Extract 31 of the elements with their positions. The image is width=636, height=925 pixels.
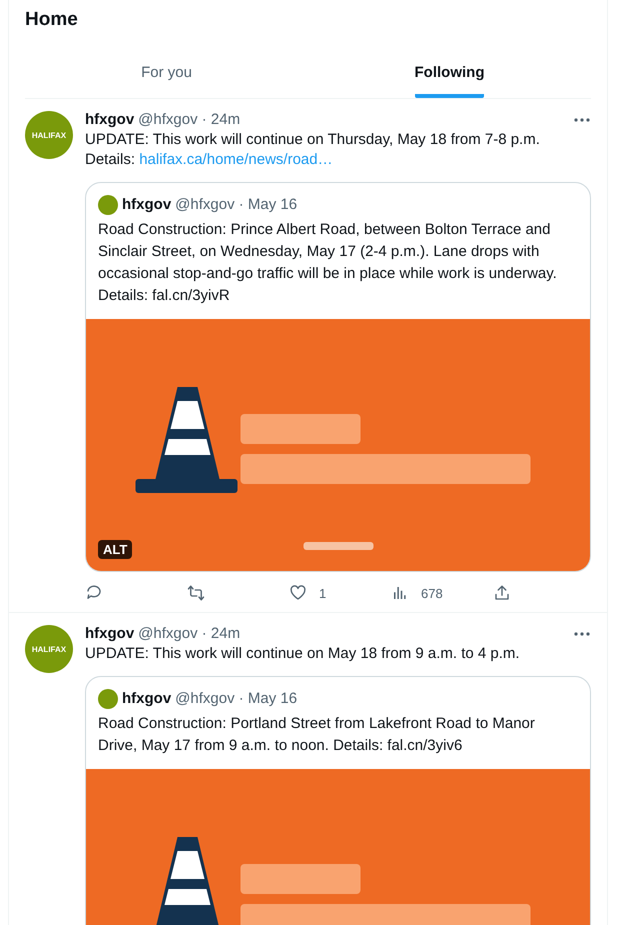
avatar[interactable]: HALIFAX xyxy=(25,625,73,673)
quoted-tweet[interactable]: hfxgov @hfxgov · May 16 Road Construction: Portland Street from Lakefront Road to Manor Drive, May 17 from 9 a.m. to noon. Details: fal.cn/3yiv6 xyxy=(85,676,591,925)
avatar xyxy=(98,195,118,215)
tweet-text: UPDATE: This work will continue on May 18 from 9 a.m. to 4 p.m. xyxy=(85,644,521,664)
tweet-meta: @hfxgov · May 16 xyxy=(175,195,298,215)
tweet-meta: @hfxgov · May 16 xyxy=(175,689,298,709)
alt-badge[interactable]: ALT xyxy=(98,540,132,559)
tweet-meta: @hfxgov · 24m xyxy=(138,624,242,644)
author-name[interactable]: hfxgov xyxy=(85,110,134,130)
tweet-text: UPDATE: This work will continue on Thursday, May 18 from 7-8 p.m. Details: halifax.ca/home/news/road… xyxy=(85,130,541,170)
tab[interactable]: For you xyxy=(25,50,308,98)
count: 678 xyxy=(421,586,443,600)
author-name: hfxgov xyxy=(122,689,172,709)
views-button[interactable]: 678 xyxy=(391,584,493,602)
tab[interactable]: Following xyxy=(308,50,591,98)
reply-icon xyxy=(85,584,103,602)
heart-icon xyxy=(289,584,307,602)
share-icon xyxy=(493,584,511,602)
avatar xyxy=(98,689,118,709)
avatar[interactable]: HALIFAX xyxy=(25,111,73,159)
count: 1 xyxy=(319,586,326,600)
quoted-tweet[interactable] xyxy=(85,182,591,572)
like-button[interactable]: 1 xyxy=(289,584,391,602)
page-title: Home xyxy=(25,8,79,32)
tweet-meta: @hfxgov · 24m xyxy=(138,110,242,130)
repost-icon xyxy=(187,584,205,602)
share-button[interactable] xyxy=(493,584,511,602)
quoted-text: Road Construction: Portland Street from Lakefront Road to Manor Drive, May 17 from 9 a.m. to noon. Details: fal.cn/3yiv6 xyxy=(97,714,536,756)
author-name: hfxgov xyxy=(122,195,172,215)
author-name[interactable]: hfxgov xyxy=(85,624,134,644)
quoted-text: Road Construction: Prince Albert Road, between Bolton Terrace and Sinclair Street, on Wednesday, May 17 (2-4 p.m.). Lane drops with occasional stop-and-go traffic will be in place while work is underway. Details: fal.cn/3yivR xyxy=(97,220,558,306)
